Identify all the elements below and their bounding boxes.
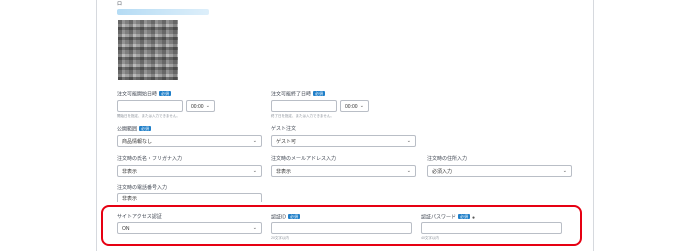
order-end-label: 注文可能終了日時 必須 xyxy=(271,91,326,98)
chevron-down-icon: ⌄ xyxy=(562,168,567,174)
name-kana-label: 注文時の氏名・フリガナ入力 xyxy=(117,156,183,162)
site-access-label: サイトアクセス認証 xyxy=(117,214,162,220)
phone-input-label: 注文時の電話番号入力 xyxy=(117,185,168,191)
order-end-hint: 終了日を指定、または入力できません。 xyxy=(271,114,334,118)
address-input-select[interactable]: 必須入力 ⌄ xyxy=(427,165,572,177)
auth-password-input[interactable] xyxy=(421,222,562,234)
public-scope-select[interactable]: 商品情報なし ⌄ xyxy=(117,135,262,147)
chevron-down-icon: ⌄ xyxy=(406,168,411,174)
chevron-down-icon: ⌄ xyxy=(252,138,257,144)
chevron-down-icon: ⌄ xyxy=(406,138,411,144)
chevron-down-icon: ⌄ xyxy=(359,103,364,109)
order-end-date-input[interactable] xyxy=(271,100,337,112)
order-end-time-select[interactable]: 00:00 ⌄ xyxy=(340,100,369,112)
required-badge: 必須 xyxy=(139,126,152,131)
order-start-time-select[interactable]: 00:00 ⌄ xyxy=(186,100,215,112)
address-input-label: 注文時の住所入力 xyxy=(427,156,468,162)
email-input-select[interactable]: 非表示 ⌄ xyxy=(271,165,416,177)
order-start-label: 注文可能開始日時 必須 xyxy=(117,91,172,98)
blurred-link-text xyxy=(117,9,209,15)
required-badge: 必須 xyxy=(288,214,301,219)
name-kana-select[interactable]: 非表示 ⌄ xyxy=(117,165,262,177)
required-badge: 必須 xyxy=(313,91,326,96)
site-access-select[interactable]: ON ⌄ xyxy=(117,222,262,234)
auth-id-input[interactable] xyxy=(271,222,412,234)
auth-id-hint: 20文字以内 xyxy=(271,236,289,240)
auth-id-label: 認証ID 必須 xyxy=(271,214,301,221)
guest-order-label: ゲスト注文 xyxy=(271,126,297,132)
phone-input-select[interactable]: 非表示 xyxy=(117,193,262,202)
top-label: ロ xyxy=(117,1,123,7)
auth-password-hint: 40文字以内 xyxy=(421,236,439,240)
chevron-down-icon: ⌄ xyxy=(252,168,257,174)
page: ロ 注文可能開始日時 必須 00:00 ⌄ 開始日を指定、または入力できません。 … xyxy=(0,0,688,251)
qr-code-image xyxy=(118,20,178,80)
auth-password-label: 認証パスワード 必須 ● xyxy=(421,214,476,221)
order-start-date-input[interactable] xyxy=(117,100,183,112)
required-badge: 必須 xyxy=(458,214,471,219)
chevron-down-icon: ⌄ xyxy=(252,225,257,231)
email-input-label: 注文時のメールアドレス入力 xyxy=(271,156,337,162)
order-start-hint: 開始日を指定、または入力できません。 xyxy=(117,114,180,118)
guest-order-select[interactable]: ゲスト可 ⌄ xyxy=(271,135,416,147)
public-scope-label: 公開範囲 必須 xyxy=(117,126,152,133)
required-badge: 必須 xyxy=(159,91,172,96)
chevron-down-icon: ⌄ xyxy=(205,103,210,109)
help-icon[interactable]: ● xyxy=(472,215,475,221)
